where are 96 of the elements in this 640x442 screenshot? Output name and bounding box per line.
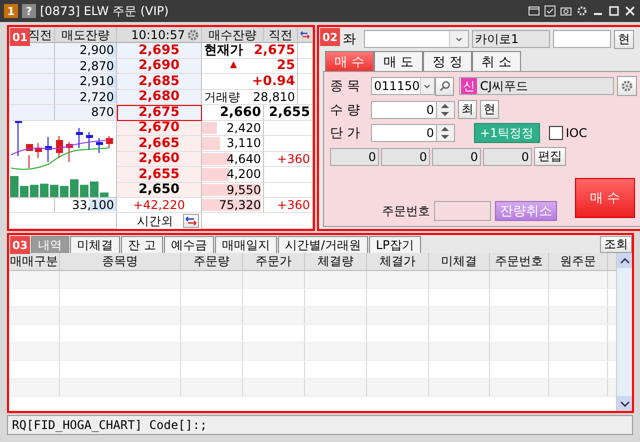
column-header: 체결가 xyxy=(367,253,429,270)
column-header: 주문량 xyxy=(181,253,243,270)
section-badge: 03 xyxy=(10,236,30,254)
expected-price: 2,660 xyxy=(220,106,261,119)
column-header: 매도잔량 xyxy=(62,28,110,40)
spinner-arrows-icon[interactable] xyxy=(437,124,455,142)
ask-quantity: 2,720 xyxy=(80,90,114,103)
column-header: 미체결 xyxy=(429,253,490,270)
scroll-down-icon[interactable] xyxy=(620,400,630,408)
search-icon xyxy=(438,80,450,92)
section-badge: 01 xyxy=(10,28,30,46)
settings-icon[interactable] xyxy=(621,80,633,92)
price-change: 25 xyxy=(276,59,295,72)
edit-button[interactable]: 편집 xyxy=(534,147,566,166)
expected-price: 2,655 xyxy=(268,106,310,119)
refresh-button[interactable]: 현 xyxy=(614,30,634,48)
quantity-change: +360 xyxy=(264,152,313,167)
column-header: 원주문 xyxy=(549,253,608,270)
order-number-field[interactable] xyxy=(434,201,491,221)
column-header: 직전 xyxy=(268,28,292,40)
column-header: 직전 xyxy=(28,28,52,40)
scrollbar[interactable] xyxy=(616,253,632,411)
ask-quantity: 2,870 xyxy=(80,60,114,72)
amount-field: 0 xyxy=(381,148,430,166)
column-header: 체결량 xyxy=(305,253,367,270)
help-button[interactable]: ? xyxy=(22,4,36,18)
price-field[interactable]: 0 xyxy=(371,124,437,142)
ioc-checkbox[interactable] xyxy=(548,126,563,140)
quantity-button[interactable]: 최 xyxy=(458,100,477,119)
window-icon[interactable] xyxy=(528,5,540,17)
quantity-label: 수 량 xyxy=(330,102,362,118)
history-tab[interactable]: 예수금 xyxy=(164,236,214,253)
bid-quantity: 2,420 xyxy=(226,122,261,134)
bid-quantity: 9,550 xyxy=(226,184,261,196)
account-label: 좌 xyxy=(343,31,357,48)
ioc-label: IOC xyxy=(566,126,588,140)
bid-quantity: 4,640 xyxy=(226,152,261,165)
ask-quantity: 2,910 xyxy=(80,75,114,88)
quantity-field[interactable]: 0 xyxy=(371,100,437,118)
quantity-button[interactable]: 현 xyxy=(480,100,499,119)
checklist-icon[interactable] xyxy=(544,5,556,17)
bid-total: 75,320 xyxy=(219,199,261,211)
current-price-label: 현재가 xyxy=(204,44,243,57)
bid-quantity: 4,200 xyxy=(226,168,261,180)
column-header: 주문번호 xyxy=(490,253,549,270)
price-label: 단 가 xyxy=(330,125,362,142)
section-badge: 02 xyxy=(320,28,340,46)
stock-name: CJ씨푸드 xyxy=(480,78,528,94)
buy-button[interactable]: 매 수 xyxy=(575,178,635,218)
search-button[interactable] xyxy=(435,76,454,96)
amount-field: 0 xyxy=(432,148,481,166)
column-header: 매매구분 xyxy=(9,253,60,270)
history-tab[interactable]: 시간별/거래원 xyxy=(278,236,368,253)
up-triangle-icon: ▲ xyxy=(230,61,237,70)
amount-field: 0 xyxy=(483,148,532,166)
history-tab[interactable]: LP잡기 xyxy=(368,236,421,253)
spinner-arrows-icon[interactable] xyxy=(437,100,455,118)
column-header: 종목명 xyxy=(60,253,181,270)
lookup-button[interactable]: 조회 xyxy=(600,236,632,253)
credit-badge: 신 xyxy=(461,78,477,94)
history-tab[interactable]: 매매일지 xyxy=(214,236,277,253)
bid-quantity: 3,110 xyxy=(226,137,261,150)
swap-arrows-icon[interactable] xyxy=(185,215,197,227)
window-number: 1 xyxy=(4,4,18,18)
column-header: 매수잔량 xyxy=(208,28,256,40)
amount-field: 0 xyxy=(330,148,379,166)
ask-quantity: 870 xyxy=(91,106,114,118)
ask-quantity: 2,900 xyxy=(80,44,114,56)
clock-time: 10:10:57 xyxy=(131,28,185,40)
order-tab[interactable]: 취 소 xyxy=(472,51,521,71)
settings-button[interactable] xyxy=(617,76,637,96)
order-number-label: 주문번호 xyxy=(382,202,430,220)
column-header: 주문가 xyxy=(243,253,305,270)
after-hours-label: 시간외 xyxy=(137,215,173,227)
window-title: [0873] ELW 주문 (VIP) xyxy=(40,2,170,20)
current-price: 2,675 xyxy=(254,44,295,57)
scroll-up-icon[interactable] xyxy=(620,256,630,264)
stock-code-dropdown[interactable]: 011150 xyxy=(371,77,435,95)
close-icon[interactable] xyxy=(624,5,636,17)
password-field[interactable] xyxy=(553,30,611,48)
change-rate: +0.94 xyxy=(252,74,295,88)
ask-total: 33,100 xyxy=(72,199,114,211)
history-tab[interactable]: 잔 고 xyxy=(121,236,163,253)
net-quantity: +42,220 xyxy=(132,199,186,211)
order-tab[interactable]: 매 도 xyxy=(374,51,423,71)
volume-value: 28,810 xyxy=(253,90,295,103)
swap-arrows-icon[interactable] xyxy=(300,28,310,40)
order-tab[interactable]: 정 정 xyxy=(423,51,472,71)
account-name-field: 카이로1 xyxy=(472,30,550,48)
total-change: +360 xyxy=(277,199,310,211)
maximize-icon[interactable] xyxy=(608,5,620,17)
history-tab[interactable]: 미체결 xyxy=(70,236,120,253)
stock-label: 종 목 xyxy=(330,78,362,95)
camera-icon[interactable] xyxy=(560,5,572,17)
volume-label: 거래량 xyxy=(204,90,240,103)
status-bar: RQ[FID_HOGA_CHART] Code[]:; xyxy=(7,415,633,435)
